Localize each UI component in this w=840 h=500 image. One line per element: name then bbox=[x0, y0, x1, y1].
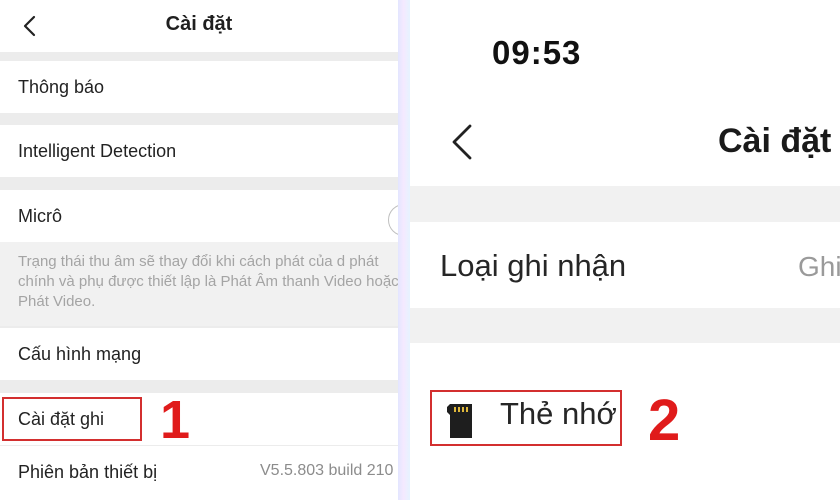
settings-item-label: Intelligent Detection bbox=[18, 141, 177, 161]
left-screenshot-panel: Cài đặt Thông báo Intelligent Detection … bbox=[0, 0, 398, 500]
chevron-left-icon[interactable] bbox=[446, 122, 476, 162]
settings-item-label: Cấu hình mạng bbox=[18, 344, 142, 364]
microphone-description-box: Trạng thái thu âm sẽ thay đổi khi cách p… bbox=[0, 242, 398, 326]
settings-item-record-type[interactable]: Loại ghi nhận Ghi bbox=[410, 222, 840, 308]
microphone-toggle[interactable] bbox=[388, 204, 398, 236]
step-number-1: 1 bbox=[160, 390, 191, 450]
step-number-2: 2 bbox=[648, 388, 681, 453]
status-bar: 09:53 bbox=[410, 0, 840, 100]
settings-item-device-version: Phiên bản thiết bị V5.5.803 build 210 bbox=[0, 446, 398, 500]
record-type-value: Ghi bbox=[798, 251, 840, 282]
settings-item-network-config[interactable]: Cấu hình mạng bbox=[0, 328, 398, 380]
settings-item-microphone: Micrô bbox=[0, 190, 398, 242]
microphone-description: Trạng thái thu âm sẽ thay đổi khi cách p… bbox=[18, 253, 398, 310]
settings-item-label: Micrô bbox=[18, 206, 62, 226]
left-header: Cài đặt bbox=[0, 0, 398, 52]
settings-item-notifications[interactable]: Thông báo bbox=[0, 61, 398, 113]
status-time: 09:53 bbox=[492, 34, 582, 71]
panel-divider bbox=[398, 0, 410, 500]
right-screenshot-panel: 09:53 Cài đặt Loại ghi nhận Ghi Thẻ nhớ … bbox=[410, 0, 840, 500]
highlight-box-recording-settings bbox=[2, 397, 142, 441]
right-header: Cài đặt bbox=[410, 100, 840, 186]
page-title: Cài đặt bbox=[165, 13, 233, 35]
page-title: Cài đặt bbox=[718, 122, 832, 160]
settings-item-label: Phiên bản thiết bị bbox=[18, 462, 158, 482]
settings-item-label: Thông báo bbox=[18, 77, 105, 97]
settings-item-label: Loại ghi nhận bbox=[440, 248, 627, 283]
settings-item-intelligent-detection[interactable]: Intelligent Detection bbox=[0, 125, 398, 177]
device-version-value: V5.5.803 build 210 bbox=[260, 462, 394, 479]
highlight-box-memory-card bbox=[430, 390, 622, 446]
